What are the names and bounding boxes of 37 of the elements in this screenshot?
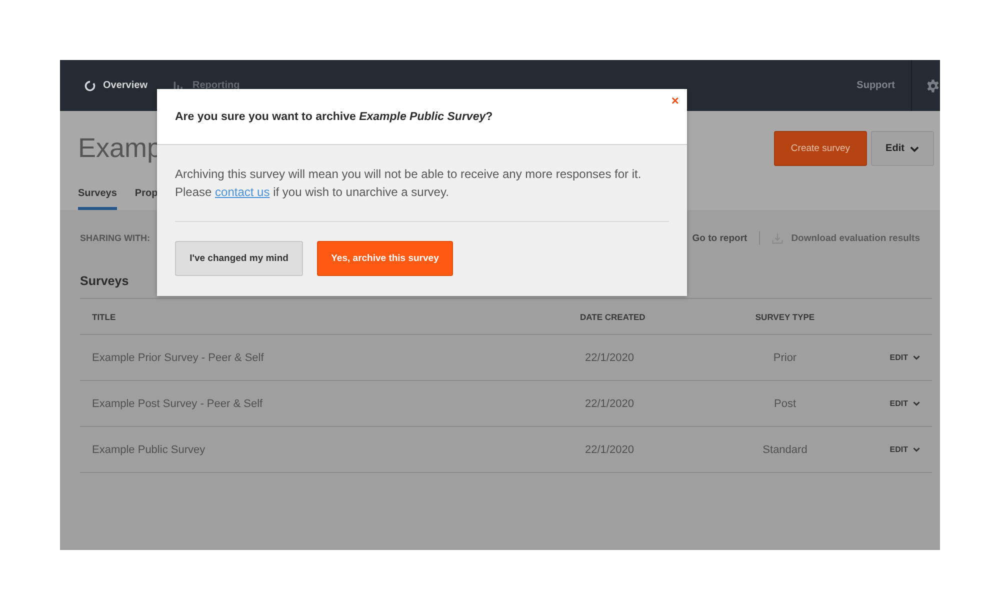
edit-dropdown[interactable]: EDIT (890, 445, 920, 454)
close-button[interactable]: × (671, 94, 679, 107)
table-cell-text: 22/1/2020 (584, 444, 634, 456)
table-cell: Post (774, 398, 796, 410)
go-to-report-link[interactable]: Go to report (692, 232, 748, 244)
settings-icon[interactable] (926, 78, 940, 92)
archive-button[interactable]: Yes, archive this survey (317, 241, 453, 276)
tab[interactable]: Surveys (78, 188, 117, 210)
column-header: DATE CREATED (580, 312, 646, 322)
table-cell: Example Public Survey (92, 444, 206, 456)
nav-item[interactable]: Overview (84, 80, 148, 92)
edit-dropdown[interactable]: EDIT (890, 399, 920, 408)
cancel-button[interactable]: I've changed my mind (175, 241, 303, 276)
chevron-icon (910, 146, 920, 152)
chevron-icon (913, 401, 920, 406)
edit-dropdown[interactable]: EDIT (890, 353, 920, 362)
contact-link[interactable]: contact us (215, 185, 270, 199)
table-cell-text: 22/1/2020 (584, 398, 634, 410)
column-header: TITLE (92, 312, 116, 322)
download-link[interactable]: Download evaluation results (791, 232, 920, 244)
chevron-icon (913, 355, 920, 360)
table-cell: Prior (773, 352, 797, 364)
column-header: SURVEY TYPE (755, 312, 815, 322)
tab[interactable]: Prop (134, 188, 158, 210)
table-cell: Standard (762, 444, 808, 456)
dialog-title: Are you sure you want to archive Example Public Survey? (175, 110, 493, 122)
spinner-icon (84, 80, 96, 92)
section-heading: Surveys (80, 274, 130, 288)
dialog-message: Archiving this survey will mean you will not be able to receive any more responses for it. Please contact us if you wish to unarchive a survey. (175, 166, 642, 201)
table-cell: Example Post Survey - Peer & Self (92, 398, 263, 410)
table-cell-text: 22/1/2020 (584, 352, 634, 364)
create-survey-button[interactable]: Create survey (774, 131, 867, 166)
sharing-label: SHARING WITH: (80, 233, 150, 243)
edit-button[interactable]: Edit (871, 131, 934, 166)
table-cell: Example Prior Survey - Peer & Self (92, 352, 264, 364)
support-link[interactable]: Support (856, 80, 895, 91)
chevron-icon (913, 447, 920, 452)
